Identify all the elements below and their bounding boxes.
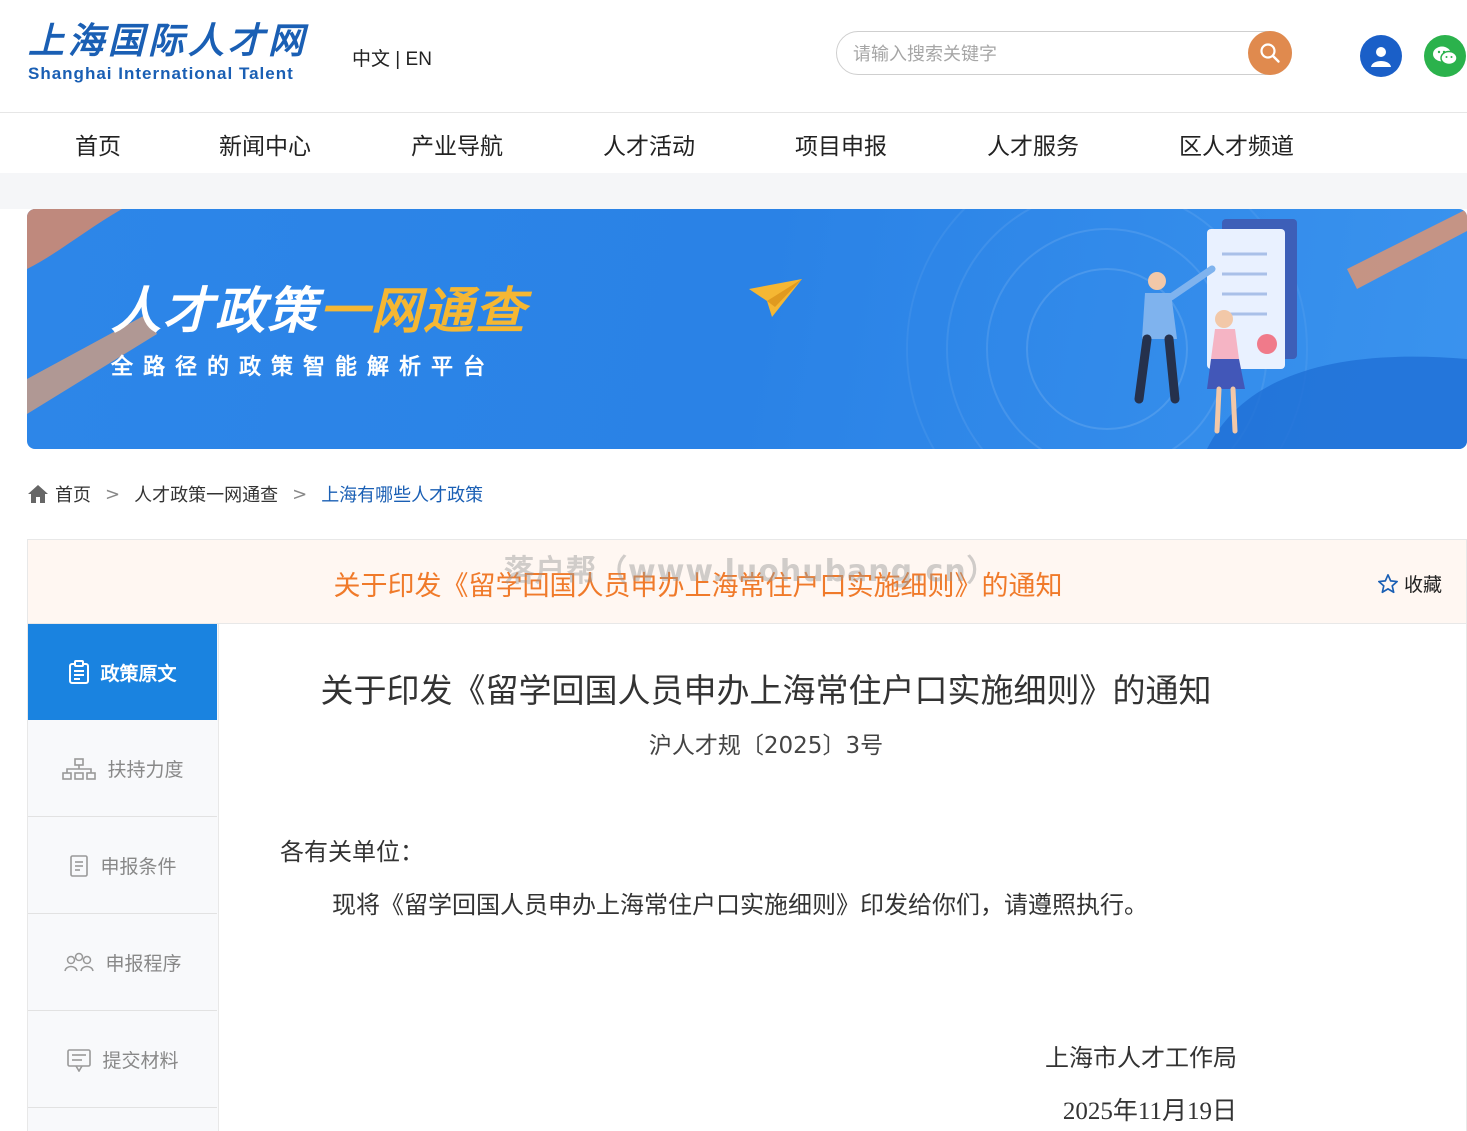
wechat-button[interactable] [1424, 35, 1466, 77]
user-button[interactable] [1360, 35, 1402, 77]
star-icon [1377, 573, 1398, 593]
chevron-right-icon: > [105, 483, 121, 505]
breadcrumb: 首页 > 人才政策一网通查 > 上海有哪些人才政策 [27, 480, 483, 508]
nav-item-projects[interactable]: 项目申报 [795, 127, 887, 161]
banner-subtitle: 全路径的政策智能解析平台 [111, 355, 496, 380]
spacer-band [0, 173, 1467, 209]
site-header: 上海国际人才网 Shanghai International Talent 中文… [0, 0, 1467, 113]
nav-item-activities[interactable]: 人才活动 [603, 127, 695, 161]
language-switch: 中文 | EN [352, 44, 432, 71]
form-icon [67, 1048, 92, 1072]
policy-banner: 人才政策一网通查 全路径的政策智能解析平台 [27, 209, 1467, 449]
nav-item-home[interactable]: 首页 [75, 127, 121, 161]
favorite-label: 收藏 [1403, 574, 1442, 596]
nav-item-district[interactable]: 区人才频道 [1179, 127, 1294, 161]
favorite-button[interactable]: 收藏 [1377, 570, 1442, 597]
breadcrumb-policy-search[interactable]: 人才政策一网通查 [134, 481, 278, 507]
sidebar-item-label: 政策原文 [100, 662, 177, 685]
lang-chinese[interactable]: 中文 [352, 49, 390, 70]
breadcrumb-home[interactable]: 首页 [55, 481, 91, 507]
sidebar-item-label: 提交材料 [102, 1050, 179, 1072]
document-date: 2025年11月19日 [1062, 1098, 1237, 1125]
nav-item-industry[interactable]: 产业导航 [411, 127, 503, 161]
document-body: 现将《留学回国人员申办上海常住户口实施细则》印发给你们，请遵照执行。 [332, 891, 1148, 919]
search-button[interactable] [1248, 31, 1292, 75]
search-input[interactable] [851, 39, 1245, 69]
sidebar-item-policy-text[interactable]: 政策原文 [28, 624, 217, 720]
sidebar-item-support[interactable]: 扶持力度 [28, 721, 217, 817]
banner-title: 人才政策一网通查 [111, 271, 527, 343]
group-icon [64, 952, 95, 971]
wechat-icon [1433, 46, 1458, 66]
sidebar-item-conditions[interactable]: 申报条件 [28, 818, 217, 914]
main-nav: 首页 新闻中心 产业导航 人才活动 项目申报 人才服务 区人才频道 [0, 113, 1467, 173]
search-box [836, 31, 1292, 75]
search-icon [1260, 43, 1280, 63]
site-logo[interactable]: 上海国际人才网 Shanghai International Talent [28, 22, 308, 84]
sidebar-item-label: 申报程序 [105, 953, 182, 975]
sidebar: 政策原文 扶持力度 申报条件 申报程序 提交材料 [27, 624, 219, 1131]
user-icon [1371, 47, 1391, 67]
document-title: 关于印发《留学回国人员申办上海常住户口实施细则》的通知 [320, 671, 1212, 710]
document-greeting: 各有关单位： [280, 838, 424, 866]
banner-title-part1: 人才政策 [111, 282, 319, 340]
watermark: 落户帮（www.luohubang.cn） [504, 554, 998, 589]
logo-english: Shanghai International Talent [28, 64, 294, 83]
sidebar-item-label: 申报条件 [100, 856, 177, 878]
policy-title-bar: 关于印发《留学回国人员申办上海常住户口实施细则》的通知 落户帮（www.luoh… [27, 539, 1467, 624]
document-icon [70, 854, 89, 877]
document-number: 沪人才规〔2025〕3号 [648, 733, 884, 759]
hierarchy-icon [62, 757, 97, 780]
clipboard-icon [69, 660, 90, 684]
lang-english[interactable]: EN [406, 49, 432, 70]
nav-item-news[interactable]: 新闻中心 [219, 127, 311, 161]
sidebar-item-label: 扶持力度 [107, 759, 184, 781]
policy-document: 关于印发《留学回国人员申办上海常住户口实施细则》的通知 沪人才规〔2025〕3号… [218, 624, 1467, 1131]
breadcrumb-current[interactable]: 上海有哪些人才政策 [321, 481, 483, 507]
lang-separator: | [390, 49, 406, 70]
nav-item-services[interactable]: 人才服务 [987, 127, 1079, 161]
banner-title-part2: 一网通查 [319, 282, 527, 340]
chevron-right-icon: > [292, 483, 308, 505]
sidebar-item-procedure[interactable]: 申报程序 [28, 915, 217, 1011]
document-issuer: 上海市人才工作局 [1045, 1044, 1237, 1072]
sidebar-item-materials[interactable]: 提交材料 [28, 1012, 217, 1108]
logo-chinese: 上海国际人才网 [28, 21, 309, 62]
home-icon [28, 485, 48, 503]
